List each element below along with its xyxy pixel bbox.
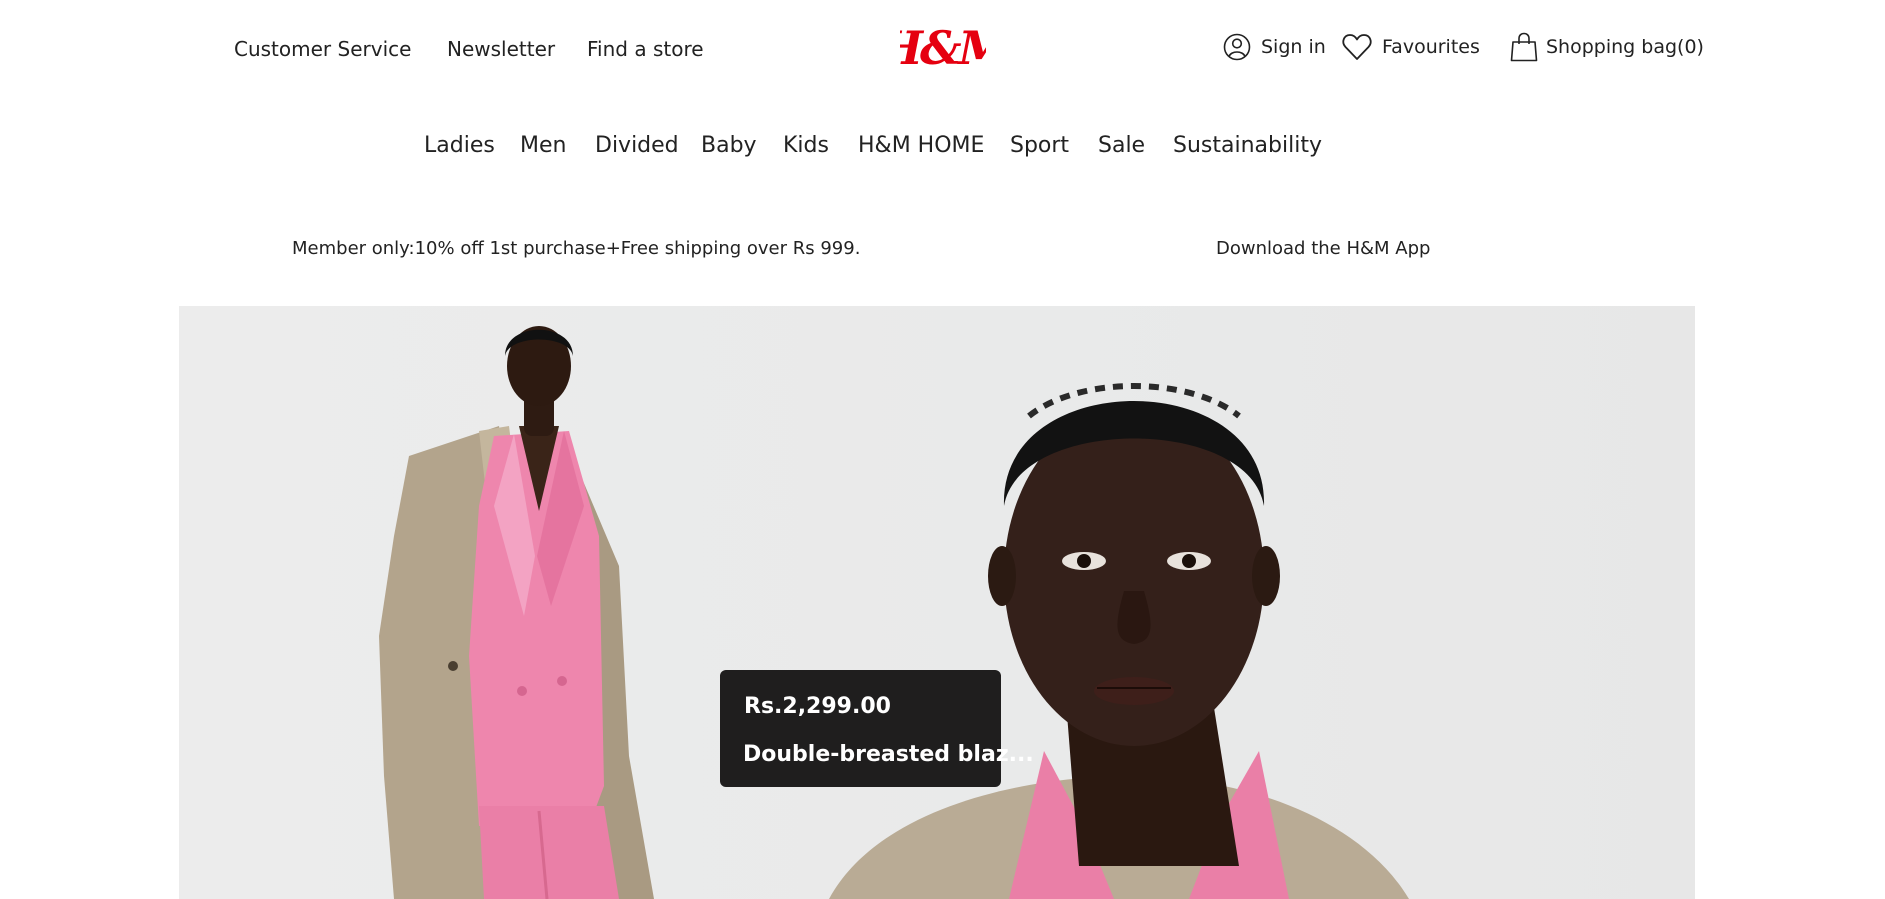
model-full-figure	[379, 326, 654, 899]
hm-logo-text: H&M	[900, 21, 986, 75]
find-a-store-link[interactable]: Find a store	[587, 37, 704, 61]
product-name: Double-breasted blaz...	[743, 742, 1034, 767]
shopping-bag-label: Shopping bag(0)	[1546, 36, 1704, 58]
sign-in-label: Sign in	[1261, 36, 1326, 58]
product-tag-tooltip[interactable]: Rs.2,299.00 Double-breasted blaz...	[720, 670, 1034, 787]
product-price: Rs.2,299.00	[744, 694, 891, 719]
nav-baby[interactable]: Baby	[701, 133, 757, 158]
member-offer-banner[interactable]: Member only:10% off 1st purchase+Free sh…	[292, 238, 860, 259]
heart-icon	[1342, 33, 1372, 61]
nav-divided[interactable]: Divided	[595, 133, 679, 158]
user-icon	[1223, 32, 1251, 62]
hero-image[interactable]	[179, 306, 1695, 899]
hero-illustration	[379, 326, 1409, 899]
shopping-bag-icon	[1510, 32, 1538, 62]
sign-in-link[interactable]: Sign in	[1223, 30, 1326, 64]
nav-sustainability[interactable]: Sustainability	[1173, 133, 1322, 158]
customer-service-link[interactable]: Customer Service	[234, 37, 411, 61]
main-navigation: Ladies Men Divided Baby Kids H&M HOME Sp…	[0, 133, 1885, 163]
favourites-label: Favourites	[1382, 36, 1480, 58]
hm-logo-mark: H&M	[878, 21, 1015, 75]
nav-sale[interactable]: Sale	[1098, 133, 1145, 158]
favourites-link[interactable]: Favourites	[1342, 30, 1480, 64]
shopping-bag-link[interactable]: Shopping bag(0)	[1510, 30, 1704, 64]
hm-logo[interactable]: H&M	[878, 14, 1015, 78]
nav-kids[interactable]: Kids	[783, 133, 829, 158]
nav-sport[interactable]: Sport	[1010, 133, 1069, 158]
nav-ladies[interactable]: Ladies	[424, 133, 495, 158]
nav-hm-home[interactable]: H&M HOME	[858, 133, 984, 158]
newsletter-link[interactable]: Newsletter	[447, 37, 555, 61]
download-app-link[interactable]: Download the H&M App	[1216, 238, 1430, 259]
nav-men[interactable]: Men	[520, 133, 566, 158]
model-portrait	[829, 383, 1409, 899]
